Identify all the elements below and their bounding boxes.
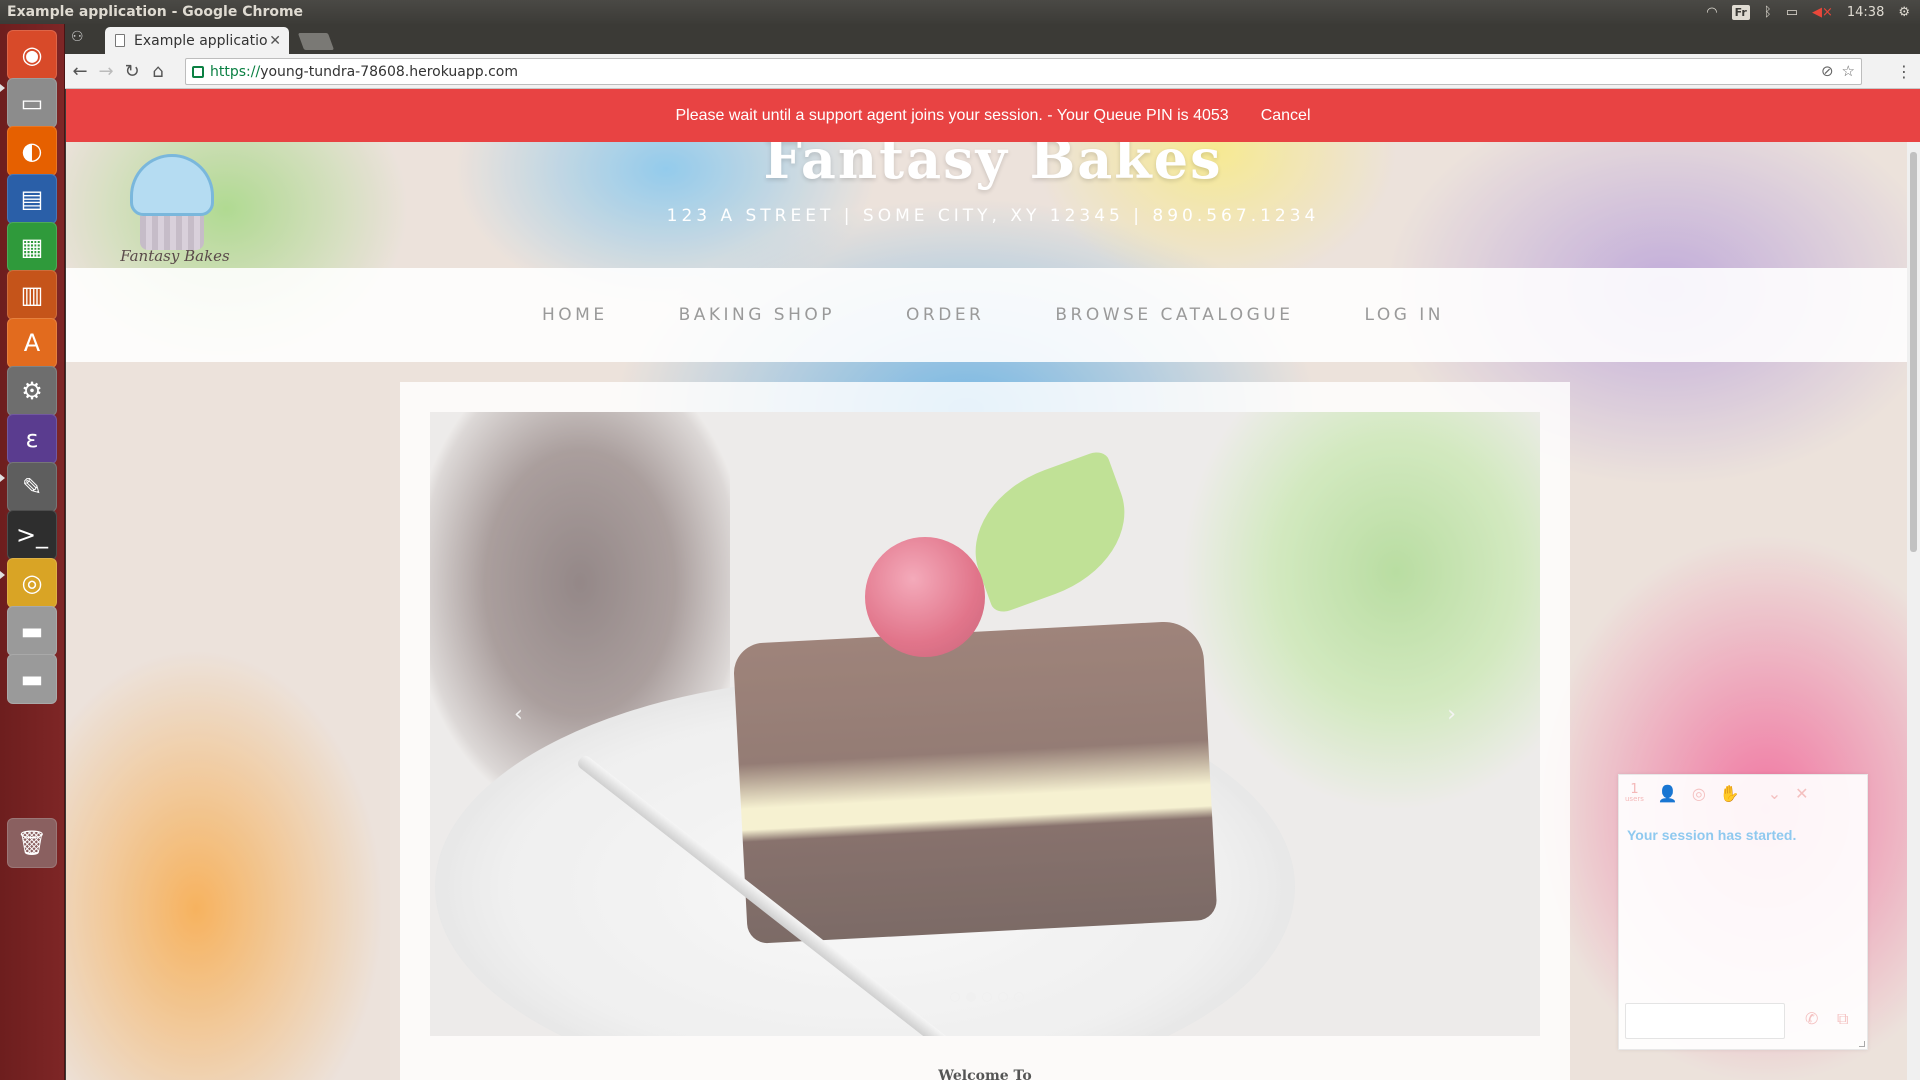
running-app-indicator (0, 474, 5, 482)
address-bar[interactable]: https:// young-tundra-78608.herokuapp.co… (185, 58, 1862, 85)
bookmark-star-icon[interactable]: ☆ (1842, 62, 1855, 80)
url-scheme: https:// (210, 63, 261, 80)
reload-icon[interactable]: ↻ (121, 61, 143, 82)
running-app-indicator (0, 84, 5, 92)
impress-icon[interactable]: ▥ (7, 270, 57, 320)
browser-menu-icon[interactable]: ⋮ (1896, 62, 1912, 81)
system-tray: ◠ Fr ᛒ ▭ ◀× 14:38 ⚙ (1706, 0, 1920, 24)
chrome-icon[interactable]: ◎ (7, 558, 57, 608)
support-session-banner: Please wait until a support agent joins … (66, 89, 1920, 142)
main-content-panel: ‹ › Welcome To (400, 382, 1570, 1080)
carousel-dot[interactable] (1014, 992, 1024, 1002)
drive-icon-2[interactable]: ▬ (7, 654, 57, 704)
image-carousel[interactable]: ‹ › (430, 412, 1540, 1036)
chat-message-input[interactable] (1625, 1003, 1785, 1039)
cancel-session-button[interactable]: Cancel (1261, 107, 1311, 125)
battery-icon[interactable]: ▭ (1786, 5, 1798, 20)
tab-title: Example applicatio (134, 32, 268, 49)
ubuntu-dash-icon[interactable]: ◉ (7, 30, 57, 80)
add-user-icon[interactable]: 👤 (1658, 784, 1678, 803)
site-settings-icon[interactable]: ⊘ (1821, 62, 1834, 80)
drive-icon-1[interactable]: ▬ (7, 606, 57, 656)
writer-icon[interactable]: ▤ (7, 174, 57, 224)
system-settings-icon[interactable]: ⚙ (7, 366, 57, 416)
home-icon[interactable]: ⌂ (147, 61, 169, 82)
carousel-prev-icon[interactable]: ‹ (514, 702, 523, 727)
nav-order[interactable]: ORDER (906, 305, 984, 325)
firefox-icon[interactable]: ◐ (7, 126, 57, 176)
carousel-dot[interactable] (966, 992, 976, 1002)
nav-baking-shop[interactable]: BAKING SHOP (679, 305, 835, 325)
minimize-chevron-icon[interactable]: ⌄ (1768, 784, 1781, 803)
window-title: Example application - Google Chrome (7, 4, 304, 20)
incognito-icon[interactable]: ⚇ (71, 29, 84, 45)
url-host: young-tundra-78608.herokuapp.com (260, 63, 518, 80)
unity-launcher: ◉ ▭ ◐ ▤ ▦ ▥ A ⚙ ε ✎ >_ ◎ ▬ ▬ 🗑 (0, 24, 65, 1080)
clock[interactable]: 14:38 (1847, 5, 1884, 20)
carousel-dot[interactable] (982, 992, 992, 1002)
chat-status-message: Your session has started. (1627, 827, 1797, 843)
page-scrollbar[interactable] (1907, 142, 1920, 1080)
trash-icon[interactable]: 🗑 (7, 818, 57, 868)
logo-text: Fantasy Bakes (120, 247, 230, 265)
text-editor-icon[interactable]: ✎ (7, 462, 57, 512)
browser-tab[interactable]: Example applicatio ✕ (105, 27, 289, 54)
pointer-icon[interactable]: ◎ (1692, 784, 1706, 803)
calc-icon[interactable]: ▦ (7, 222, 57, 272)
scrollbar-thumb[interactable] (1910, 152, 1917, 552)
carousel-indicators (950, 992, 1024, 1002)
main-nav: HOME BAKING SHOP ORDER BROWSE CATALOGUE … (66, 268, 1920, 362)
software-center-icon[interactable]: A (7, 318, 57, 368)
bluetooth-icon[interactable]: ᛒ (1764, 5, 1772, 20)
support-chat-widget: 1 users 👤 ◎ ✋ ⌄ ✕ Your session has start… (1618, 774, 1868, 1050)
running-app-indicator (0, 571, 5, 579)
lock-icon (192, 65, 204, 78)
os-top-panel: Example application - Google Chrome ◠ Fr… (0, 0, 1920, 24)
hand-icon[interactable]: ✋ (1720, 784, 1740, 803)
wifi-icon[interactable]: ◠ (1706, 5, 1717, 20)
nav-home[interactable]: HOME (542, 305, 608, 325)
support-message: Please wait until a support agent joins … (675, 106, 1229, 124)
files-icon[interactable]: ▭ (7, 78, 57, 128)
attach-file-icon[interactable]: ⧉ (1837, 1009, 1848, 1029)
page-viewport: Please wait until a support agent joins … (66, 89, 1920, 1080)
page-icon (115, 34, 125, 47)
tab-close-icon[interactable]: ✕ (269, 33, 281, 49)
resize-handle[interactable] (1859, 1041, 1865, 1047)
site-address: 123 A STREET | SOME CITY, XY 12345 | 890… (666, 206, 1320, 226)
browser-tab-strip: ⚇ Example applicatio ✕ (65, 24, 1920, 54)
carousel-dot[interactable] (998, 992, 1008, 1002)
carousel-next-icon[interactable]: › (1447, 702, 1456, 727)
chat-user-count: 1 users (1625, 782, 1644, 803)
forward-icon[interactable]: → (95, 61, 117, 82)
new-tab-button[interactable] (297, 33, 335, 50)
welcome-heading: Welcome To (938, 1068, 1032, 1080)
chat-toolbar: 1 users 👤 ◎ ✋ ⌄ ✕ (1619, 775, 1869, 811)
emacs-icon[interactable]: ε (7, 414, 57, 464)
volume-muted-icon[interactable]: ◀× (1812, 5, 1833, 20)
close-chat-icon[interactable]: ✕ (1795, 784, 1808, 803)
session-gear-icon[interactable]: ⚙ (1898, 5, 1910, 20)
back-icon[interactable]: ← (69, 61, 91, 82)
carousel-dot[interactable] (950, 992, 960, 1002)
browser-toolbar: ← → ↻ ⌂ https:// young-tundra-78608.hero… (65, 54, 1920, 89)
nav-log-in[interactable]: LOG IN (1364, 305, 1444, 325)
terminal-icon[interactable]: >_ (7, 510, 57, 560)
nav-browse-catalogue[interactable]: BROWSE CATALOGUE (1055, 305, 1293, 325)
keyboard-layout-indicator[interactable]: Fr (1731, 4, 1750, 20)
phone-icon[interactable]: ✆ (1805, 1009, 1818, 1028)
